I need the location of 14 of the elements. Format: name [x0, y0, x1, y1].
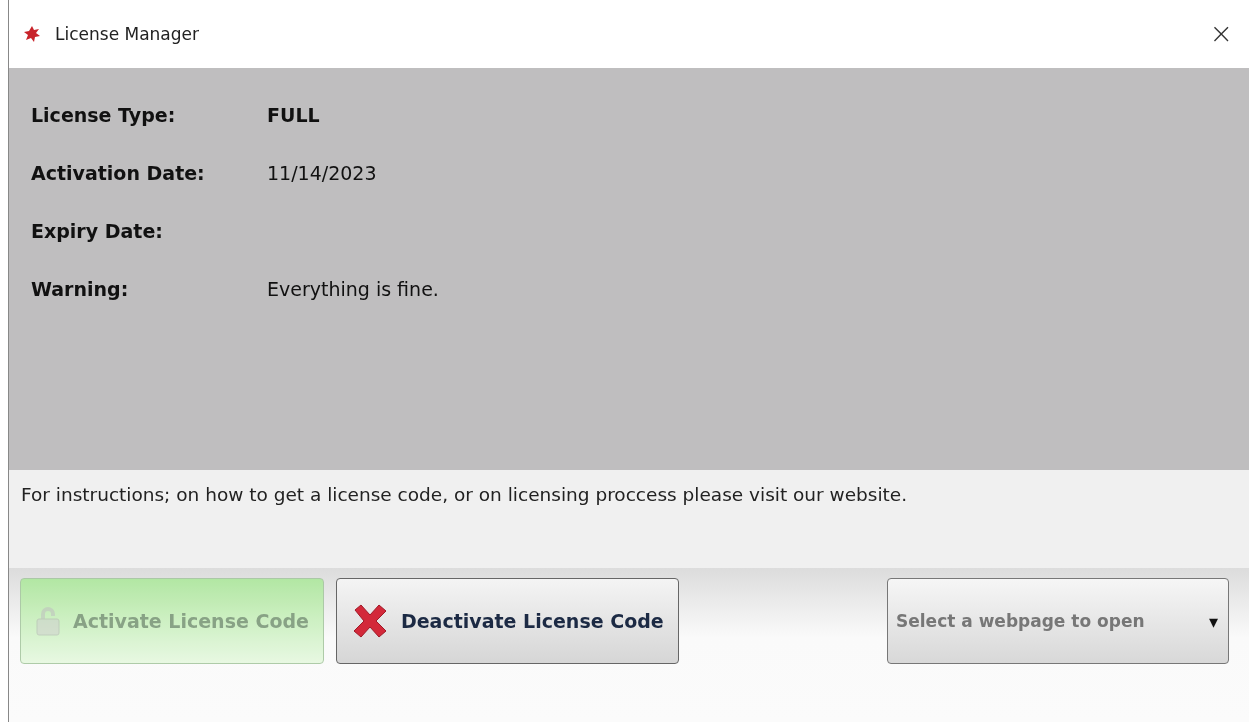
- field-label: Warning:: [31, 277, 130, 302]
- field-label: Activation Date:: [31, 161, 206, 186]
- close-button[interactable]: ×: [1209, 20, 1233, 48]
- field-value: 11/14/2023: [267, 161, 377, 186]
- field-label: Expiry Date:: [31, 219, 164, 244]
- info-text: For instructions; on how to get a license code, or on licensing proccess please visit our website.: [21, 484, 908, 505]
- deactivate-button[interactable]: Deactivate License Code: [335, 578, 679, 664]
- webpage-dropdown[interactable]: Select a webpage to open ▾: [887, 578, 1229, 664]
- field-value: FULL: [267, 103, 320, 128]
- field-label: License Type:: [31, 103, 177, 128]
- padlock-icon: [35, 605, 61, 637]
- field-value: Everything is fine.: [267, 277, 439, 302]
- window-title: License Manager: [55, 24, 200, 44]
- logo-icon: [23, 25, 41, 43]
